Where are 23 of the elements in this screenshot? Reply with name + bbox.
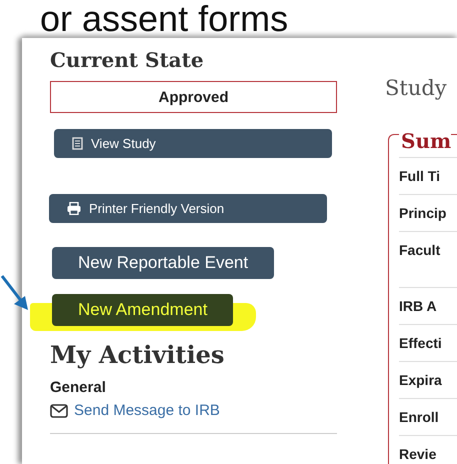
action-button[interactable]: Printer Friendly Version bbox=[49, 194, 327, 223]
field-label: Facult bbox=[399, 231, 457, 287]
section-heading: Current State bbox=[50, 48, 204, 72]
status-field: Approved bbox=[50, 81, 337, 113]
document-icon bbox=[72, 137, 83, 150]
action-button[interactable]: New Reportable Event bbox=[52, 247, 274, 279]
field-label: Princip bbox=[399, 194, 457, 231]
field-label: Full Ti bbox=[399, 157, 457, 194]
section-heading: My Activities bbox=[50, 340, 224, 369]
action-button[interactable]: View Study bbox=[54, 129, 332, 158]
field-label: Revie bbox=[399, 435, 457, 464]
field-label: Enroll bbox=[399, 398, 457, 435]
field-label: Effecti bbox=[399, 324, 457, 361]
group-label: General bbox=[50, 379, 106, 396]
printer-icon bbox=[67, 202, 81, 215]
field-label: IRB A bbox=[399, 287, 457, 324]
action-button[interactable]: New Amendment bbox=[52, 294, 234, 326]
slide-heading: or assent forms bbox=[40, 0, 288, 39]
arrow-icon bbox=[0, 275, 28, 310]
send-message-link[interactable]: Send Message to IRB bbox=[50, 402, 220, 419]
field-label: Expira bbox=[399, 361, 457, 398]
page-title: Study bbox=[385, 76, 448, 100]
envelope-icon bbox=[50, 404, 68, 418]
